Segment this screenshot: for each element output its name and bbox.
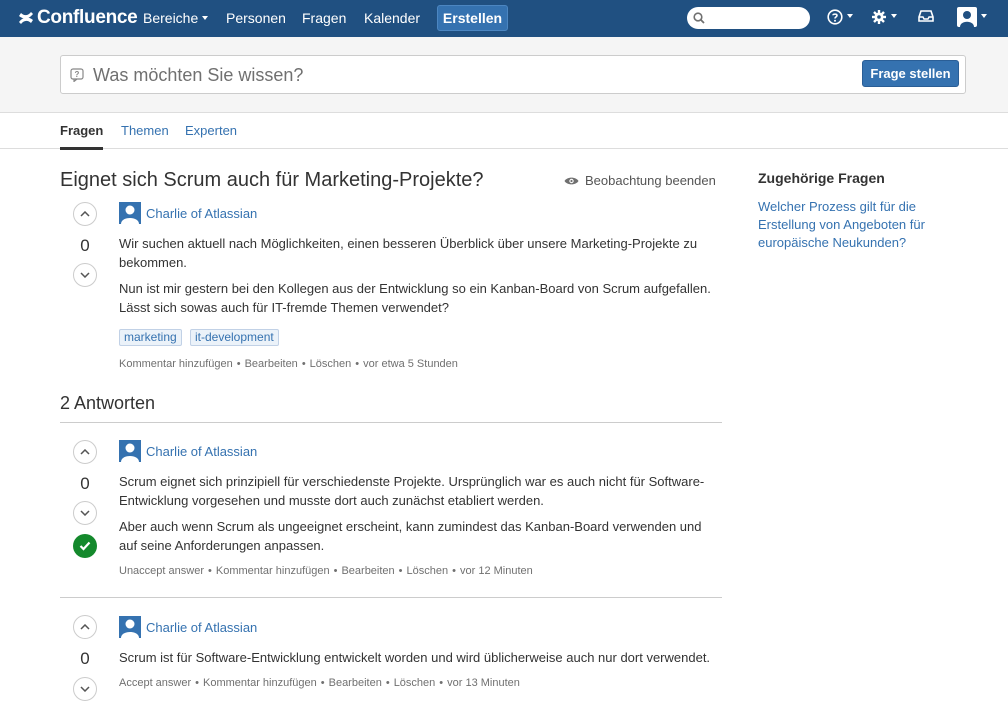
upvote-button[interactable] bbox=[73, 615, 97, 639]
downvote-button[interactable] bbox=[73, 263, 97, 287]
add-comment-link[interactable]: Kommentar hinzufügen bbox=[119, 358, 233, 370]
answer-paragraph: Scrum ist für Software-Entwicklung entwi… bbox=[119, 650, 711, 665]
delete-link[interactable]: Löschen bbox=[394, 677, 436, 689]
delete-link[interactable]: Löschen bbox=[407, 565, 449, 577]
divider bbox=[60, 422, 722, 423]
nav-kalender[interactable]: Kalender bbox=[364, 10, 420, 26]
unwatch-button[interactable]: Beobachtung beenden bbox=[564, 173, 716, 188]
downvote-button[interactable] bbox=[73, 677, 97, 701]
answer-author[interactable]: Charlie of Atlassian bbox=[119, 440, 257, 462]
author-name: Charlie of Atlassian bbox=[146, 619, 258, 635]
add-comment-link[interactable]: Kommentar hinzufügen bbox=[216, 565, 330, 577]
confluence-logo[interactable]: Confluence bbox=[17, 7, 138, 29]
upvote-button[interactable] bbox=[73, 202, 97, 226]
user-icon bbox=[957, 7, 977, 27]
divider bbox=[60, 597, 722, 598]
chevron-down-icon bbox=[80, 510, 90, 516]
question-bubble-icon: ? bbox=[70, 68, 84, 82]
chevron-down-icon bbox=[80, 272, 90, 278]
question-paragraph: Nun ist mir gestern bei den Kollegen aus… bbox=[119, 281, 711, 315]
edit-link[interactable]: Bearbeiten bbox=[245, 358, 298, 370]
author-name: Charlie of Atlassian bbox=[146, 205, 258, 221]
accepted-answer-checkmark[interactable] bbox=[73, 534, 97, 558]
author-name: Charlie of Atlassian bbox=[146, 443, 258, 459]
tag-marketing[interactable]: marketing bbox=[119, 329, 182, 346]
answer-paragraph: Scrum eignet sich prinzipiell für versch… bbox=[119, 474, 705, 508]
chevron-up-icon bbox=[80, 624, 90, 630]
inbox-icon bbox=[918, 10, 934, 22]
ask-question-button[interactable]: Frage stellen bbox=[862, 60, 959, 87]
chevron-up-icon bbox=[80, 211, 90, 217]
timestamp: vor 13 Minuten bbox=[447, 677, 520, 689]
question-actions: Kommentar hinzufügen • Bearbeiten • Löschen •… bbox=[119, 358, 458, 370]
tab-experten[interactable]: Experten bbox=[185, 123, 237, 138]
vote-count: 0 bbox=[80, 236, 90, 255]
checkmark-icon bbox=[79, 541, 91, 551]
default-avatar-icon bbox=[121, 619, 139, 638]
answer-actions: Accept answer • Kommentar hinzufügen • Bearb… bbox=[119, 677, 520, 689]
notifications-button[interactable] bbox=[918, 9, 934, 23]
related-question-link[interactable]: Welcher Prozess gilt für die Erstellung … bbox=[758, 198, 938, 252]
tab-fragen[interactable]: Fragen bbox=[60, 123, 103, 138]
question-title: Eignet sich Scrum auch für Marketing-Pro… bbox=[60, 169, 484, 191]
delete-link[interactable]: Löschen bbox=[310, 358, 352, 370]
unaccept-answer-link[interactable]: Unaccept answer bbox=[119, 565, 204, 577]
help-menu[interactable] bbox=[827, 9, 853, 25]
chevron-down-icon bbox=[891, 14, 897, 18]
user-menu[interactable] bbox=[957, 7, 987, 27]
answer-author[interactable]: Charlie of Atlassian bbox=[119, 616, 257, 638]
accept-answer-link[interactable]: Accept answer bbox=[119, 677, 191, 689]
tab-bar: Fragen Themen Experten bbox=[0, 113, 1008, 150]
avatar bbox=[119, 616, 141, 638]
chevron-up-icon bbox=[80, 449, 90, 455]
answers-heading: 2 Antworten bbox=[60, 393, 156, 413]
chevron-down-icon bbox=[80, 686, 90, 692]
help-icon bbox=[827, 9, 843, 25]
edit-link[interactable]: Bearbeiten bbox=[329, 677, 382, 689]
chevron-down-icon bbox=[202, 16, 209, 21]
settings-menu[interactable] bbox=[871, 9, 897, 25]
upvote-button[interactable] bbox=[73, 440, 97, 464]
svg-text:?: ? bbox=[75, 70, 80, 79]
tag-it-development[interactable]: it-development bbox=[190, 329, 279, 346]
default-avatar-icon bbox=[121, 205, 139, 224]
nav-bereiche[interactable]: Bereiche bbox=[143, 10, 209, 26]
avatar bbox=[119, 202, 141, 224]
eye-icon bbox=[564, 177, 579, 184]
ask-question-placeholder: Was möchten Sie wissen? bbox=[93, 65, 304, 85]
question-paragraph: Wir suchen aktuell nach Möglichkeiten, e… bbox=[119, 236, 698, 270]
search-icon bbox=[693, 12, 705, 24]
gear-icon bbox=[872, 10, 886, 24]
timestamp: vor 12 Minuten bbox=[459, 565, 533, 577]
answer-actions: Unaccept answer • Kommentar hinzufügen • Bea… bbox=[119, 565, 533, 577]
default-avatar-icon bbox=[121, 443, 139, 462]
nav-personen[interactable]: Personen bbox=[226, 10, 286, 26]
related-questions-heading: Zugehörige Fragen bbox=[758, 170, 885, 186]
downvote-button[interactable] bbox=[73, 501, 97, 525]
create-button[interactable]: Erstellen bbox=[437, 5, 508, 31]
ask-question-bar: ? Was möchten Sie wissen? bbox=[0, 37, 1008, 113]
confluence-logo-icon bbox=[19, 12, 33, 24]
add-comment-link[interactable]: Kommentar hinzufügen bbox=[203, 677, 317, 689]
nav-fragen[interactable]: Fragen bbox=[302, 10, 346, 26]
answer-paragraph: Aber auch wenn Scrum als ungeeignet ersc… bbox=[119, 519, 702, 553]
logo-text: Confluence bbox=[37, 7, 138, 28]
vote-count: 0 bbox=[80, 474, 90, 493]
tab-themen[interactable]: Themen bbox=[121, 123, 169, 138]
avatar bbox=[119, 440, 141, 462]
question-author[interactable]: Charlie of Atlassian bbox=[119, 202, 257, 224]
unwatch-label: Beobachtung beenden bbox=[585, 173, 716, 188]
timestamp: vor etwa 5 Stunden bbox=[363, 358, 458, 370]
ask-question-input[interactable]: ? Was möchten Sie wissen? bbox=[60, 55, 966, 94]
chevron-down-icon bbox=[847, 14, 853, 18]
active-tab-indicator bbox=[60, 147, 103, 150]
nav-bereiche-label: Bereiche bbox=[143, 10, 199, 26]
chevron-down-icon bbox=[981, 14, 987, 18]
top-navigation: Confluence Bereiche Personen Fragen Kale… bbox=[0, 0, 1008, 37]
edit-link[interactable]: Bearbeiten bbox=[341, 565, 394, 577]
search-input[interactable] bbox=[687, 7, 810, 29]
vote-count: 0 bbox=[80, 649, 90, 668]
